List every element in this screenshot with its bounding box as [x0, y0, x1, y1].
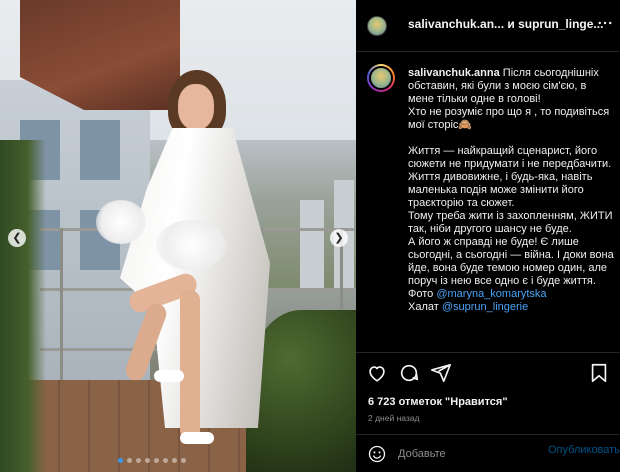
- carousel-dot: [172, 458, 177, 463]
- post-side-panel: salivanchuk.an... и suprun_linge... sali…: [356, 0, 620, 472]
- author-username[interactable]: salivanchuk.an...: [408, 17, 504, 31]
- comment-input[interactable]: [398, 444, 548, 464]
- coauthor-username[interactable]: suprun_linge...: [518, 17, 603, 31]
- authors-conjunction: и: [504, 17, 519, 31]
- caption-paragraph-2: Хто не розуміє про що я , то подивіться …: [408, 106, 610, 131]
- comment-bar: Опубликовать: [356, 434, 620, 472]
- author-avatar[interactable]: [367, 16, 387, 36]
- carousel-dot: [118, 458, 123, 463]
- photo-model: [96, 70, 270, 470]
- chevron-right-icon: ❯: [334, 232, 344, 244]
- post-header: salivanchuk.an... и suprun_linge...: [356, 0, 620, 52]
- post-photo[interactable]: ❮ ❯: [0, 0, 356, 472]
- carousel-indicator: [118, 458, 186, 463]
- comment-icon[interactable]: [398, 362, 420, 384]
- caption-paragraph-4: Тому треба жити із захопленням, ЖИТИ так…: [408, 210, 613, 235]
- carousel-dot: [154, 458, 159, 463]
- caption-username[interactable]: salivanchuk.anna: [408, 67, 500, 79]
- caption-author-avatar[interactable]: [367, 64, 395, 92]
- carousel-dot: [145, 458, 150, 463]
- heart-icon[interactable]: [366, 362, 388, 384]
- photo-credit-link[interactable]: @maryna_komarytska: [436, 288, 546, 300]
- caption-text: salivanchuk.anna Після сьогоднішніх обст…: [408, 67, 614, 314]
- post-comment-button[interactable]: Опубликовать: [548, 444, 620, 456]
- instagram-post-modal: ❮ ❯ salivanchuk.an... и suprun_linge...: [0, 0, 620, 472]
- photo-plants-left: [0, 140, 46, 472]
- caption-paragraph-5: А його ж справді не буде! Є лише сьогодн…: [408, 236, 614, 287]
- photo-credit-label: Фото: [408, 288, 434, 300]
- carousel-dot: [163, 458, 168, 463]
- carousel-prev-button[interactable]: ❮: [8, 229, 26, 247]
- post-actions: [356, 352, 620, 392]
- more-options-icon[interactable]: [596, 14, 614, 32]
- emoji-icon[interactable]: [367, 444, 387, 464]
- carousel-dot: [181, 458, 186, 463]
- post-caption: salivanchuk.anna Після сьогоднішніх обст…: [356, 52, 620, 352]
- carousel-dot: [136, 458, 141, 463]
- robe-credit-label: Халат: [408, 301, 439, 313]
- caption-paragraph-3: Життя — найкращий сценарист, його сюжети…: [408, 145, 612, 209]
- share-icon[interactable]: [430, 362, 452, 384]
- post-date[interactable]: 2 дней назад: [368, 413, 420, 423]
- bookmark-icon[interactable]: [588, 362, 610, 384]
- chevron-left-icon: ❮: [12, 232, 22, 244]
- likes-count[interactable]: 6 723 отметок "Нравится": [368, 396, 508, 408]
- carousel-next-button[interactable]: ❯: [330, 229, 348, 247]
- robe-credit-link[interactable]: @suprun_lingerie: [442, 301, 528, 313]
- post-authors: salivanchuk.an... и suprun_linge...: [408, 17, 603, 31]
- carousel-dot: [127, 458, 132, 463]
